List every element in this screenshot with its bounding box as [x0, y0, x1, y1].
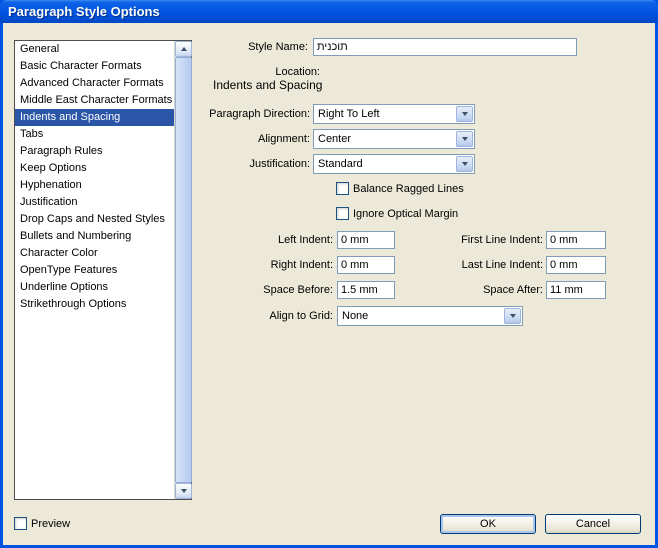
sidebar-item-character-color[interactable]: Character Color — [15, 245, 174, 262]
justification-value: Standard — [318, 158, 363, 170]
sidebar-item-advanced-character-formats[interactable]: Advanced Character Formats — [15, 75, 174, 92]
ignore-optical-margin-label[interactable]: Ignore Optical Margin — [353, 207, 458, 221]
align-to-grid-label: Align to Grid: — [269, 310, 333, 322]
cancel-button[interactable]: Cancel — [545, 514, 641, 534]
align-to-grid-value: None — [342, 310, 369, 322]
paragraph-direction-label: Paragraph Direction: — [209, 108, 310, 120]
sidebar-item-underline-options[interactable]: Underline Options — [15, 279, 174, 296]
balance-ragged-lines-checkbox[interactable] — [336, 182, 349, 195]
sidebar-item-justification[interactable]: Justification — [15, 194, 174, 211]
right-indent-label: Right Indent: — [270, 259, 333, 271]
alignment-value: Center — [318, 133, 352, 145]
space-before-input[interactable] — [337, 281, 395, 299]
first-line-indent-input[interactable] — [546, 231, 606, 249]
right-indent-input[interactable] — [337, 256, 395, 274]
paragraph-style-options-dialog: Paragraph Style Options General Basic Ch… — [0, 0, 658, 548]
dropdown-arrow-icon — [461, 112, 468, 116]
dropdown-arrow-icon — [461, 162, 468, 166]
arrow-down-icon — [180, 489, 187, 493]
style-name-label: Style Name: — [248, 41, 308, 53]
last-line-indent-label: Last Line Indent: — [461, 259, 543, 271]
sidebar-item-strikethrough-options[interactable]: Strikethrough Options — [15, 296, 174, 313]
paragraph-direction-value: Right To Left — [318, 108, 380, 120]
chevron-down-icon[interactable] — [456, 156, 473, 172]
space-after-input[interactable] — [546, 281, 606, 299]
ignore-optical-margin-checkbox[interactable] — [336, 207, 349, 220]
justification-select[interactable]: Standard — [313, 154, 475, 174]
scrollbar-down-button[interactable] — [175, 483, 192, 499]
window-title: Paragraph Style Options — [8, 4, 160, 19]
chevron-down-icon[interactable] — [504, 308, 521, 324]
first-line-indent-label: First Line Indent: — [461, 234, 543, 246]
sidebar-item-hyphenation[interactable]: Hyphenation — [15, 177, 174, 194]
left-indent-label: Left Indent: — [277, 234, 333, 246]
sidebar-item-opentype-features[interactable]: OpenType Features — [15, 262, 174, 279]
chevron-down-icon[interactable] — [456, 106, 473, 122]
preview-checkbox[interactable] — [14, 517, 27, 530]
alignment-label: Alignment: — [258, 133, 310, 145]
balance-ragged-lines-label[interactable]: Balance Ragged Lines — [353, 182, 464, 196]
panel-section-title: Indents and Spacing — [213, 78, 323, 92]
dropdown-arrow-icon — [509, 314, 516, 318]
titlebar[interactable]: Paragraph Style Options — [0, 0, 658, 23]
preview-label[interactable]: Preview — [31, 517, 70, 531]
align-to-grid-select[interactable]: None — [337, 306, 523, 326]
space-before-label: Space Before: — [263, 284, 333, 296]
sidebar-item-bullets-and-numbering[interactable]: Bullets and Numbering — [15, 228, 174, 245]
space-after-label: Space After: — [483, 284, 543, 296]
sidebar-item-drop-caps-and-nested-styles[interactable]: Drop Caps and Nested Styles — [15, 211, 174, 228]
chevron-down-icon[interactable] — [456, 131, 473, 147]
left-indent-input[interactable] — [337, 231, 395, 249]
sidebar-item-general[interactable]: General — [15, 41, 174, 58]
dialog-body: General Basic Character Formats Advanced… — [3, 23, 655, 545]
dropdown-arrow-icon — [461, 137, 468, 141]
sidebar-item-basic-character-formats[interactable]: Basic Character Formats — [15, 58, 174, 75]
last-line-indent-input[interactable] — [546, 256, 606, 274]
justification-label: Justification: — [249, 158, 310, 170]
arrow-up-icon — [180, 47, 187, 51]
alignment-select[interactable]: Center — [313, 129, 475, 149]
paragraph-direction-select[interactable]: Right To Left — [313, 104, 475, 124]
style-name-input[interactable] — [313, 38, 577, 56]
ok-button[interactable]: OK — [440, 514, 536, 534]
